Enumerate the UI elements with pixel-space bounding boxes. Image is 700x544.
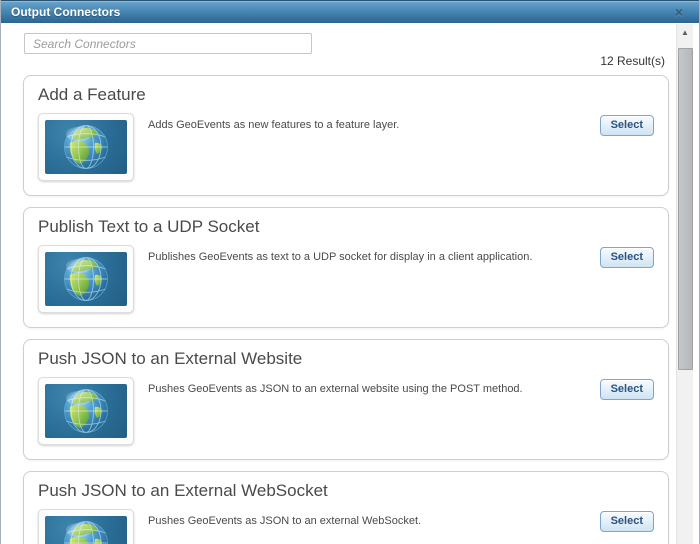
connector-thumbnail bbox=[38, 509, 134, 544]
chevron-up-icon: ▲ bbox=[681, 28, 689, 37]
output-connectors-dialog: Output Connectors × 12 Result(s) Add a F… bbox=[0, 0, 700, 544]
select-button[interactable]: Select bbox=[599, 379, 654, 400]
dialog-title: Output Connectors bbox=[11, 5, 121, 19]
connector-title: Publish Text to a UDP Socket bbox=[38, 217, 260, 236]
search-input[interactable] bbox=[24, 33, 312, 54]
connector-title: Push JSON to an External Website bbox=[38, 349, 303, 368]
close-icon[interactable]: × bbox=[671, 4, 687, 20]
scrollbar-thumb[interactable] bbox=[678, 48, 693, 370]
connector-description: Pushes GeoEvents as JSON to an external … bbox=[148, 383, 523, 395]
globe-icon bbox=[64, 389, 108, 433]
connector-title: Add a Feature bbox=[38, 85, 146, 104]
dialog-titlebar[interactable]: Output Connectors × bbox=[1, 0, 699, 23]
select-button[interactable]: Select bbox=[599, 115, 654, 136]
results-count: 12 Result(s) bbox=[600, 54, 665, 68]
globe-thumbnail-image bbox=[45, 516, 127, 544]
connector-list: Add a Feature Adds GeoEvents as new feat… bbox=[23, 75, 669, 544]
globe-icon bbox=[64, 125, 108, 169]
connector-thumbnail bbox=[38, 377, 134, 445]
connector-card: Push JSON to an External WebSocket Pushe… bbox=[23, 471, 669, 544]
globe-icon bbox=[64, 257, 108, 301]
connector-card: Add a Feature Adds GeoEvents as new feat… bbox=[23, 75, 669, 196]
connector-thumbnail bbox=[38, 113, 134, 181]
connector-description: Publishes GeoEvents as text to a UDP soc… bbox=[148, 251, 533, 263]
connector-description: Adds GeoEvents as new features to a feat… bbox=[148, 119, 400, 131]
scrollbar-track[interactable]: ▲ bbox=[676, 24, 693, 544]
globe-thumbnail-image bbox=[45, 252, 127, 306]
select-button[interactable]: Select bbox=[599, 511, 654, 532]
globe-thumbnail-image bbox=[45, 120, 127, 174]
globe-thumbnail-image bbox=[45, 384, 127, 438]
connector-card: Publish Text to a UDP Socket Publishes G… bbox=[23, 207, 669, 328]
select-button[interactable]: Select bbox=[599, 247, 654, 268]
connector-thumbnail bbox=[38, 245, 134, 313]
connector-card: Push JSON to an External Website Pushes … bbox=[23, 339, 669, 460]
dialog-body: 12 Result(s) Add a Feature bbox=[1, 23, 699, 544]
connector-title: Push JSON to an External WebSocket bbox=[38, 481, 328, 500]
connector-description: Pushes GeoEvents as JSON to an external … bbox=[148, 515, 422, 527]
scroll-up-button[interactable]: ▲ bbox=[677, 24, 693, 41]
globe-icon bbox=[64, 521, 108, 544]
